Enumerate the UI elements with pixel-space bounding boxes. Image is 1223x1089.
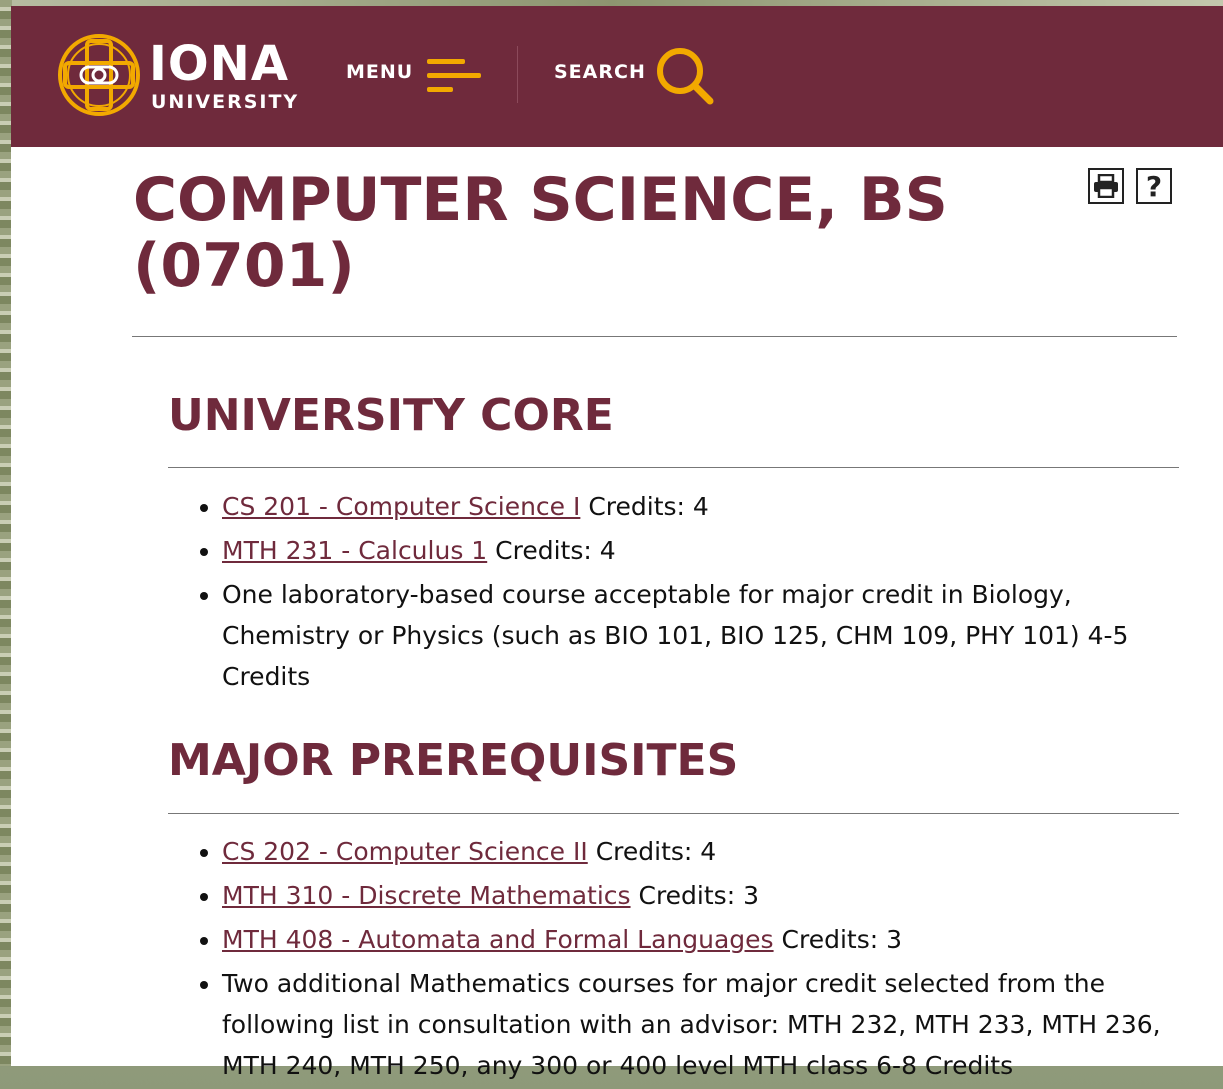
math-elective-requirement: Two additional Mathematics courses for m… <box>222 969 1161 1080</box>
page-title: COMPUTER SCIENCE, BS (0701) <box>133 165 948 301</box>
course-link-cs201[interactable]: CS 201 - Computer Science I <box>222 492 580 521</box>
main-content: COMPUTER SCIENCE, BS (0701) ? UNIVERSITY… <box>11 147 1223 1080</box>
section-divider <box>168 467 1179 468</box>
section-title-major-prerequisites: MAJOR PREREQUISITES <box>168 735 739 786</box>
printer-icon <box>1094 174 1118 198</box>
course-credits: Credits: 4 <box>580 492 709 521</box>
course-link-mth231[interactable]: MTH 231 - Calculus 1 <box>222 536 487 565</box>
list-item: MTH 408 - Automata and Formal Languages … <box>222 919 1182 960</box>
list-item: One laboratory-based course acceptable f… <box>222 574 1182 697</box>
brand-name[interactable]: IONA <box>149 40 289 88</box>
header-divider <box>517 46 518 103</box>
list-item: CS 202 - Computer Science II Credits: 4 <box>222 831 1182 872</box>
menu-label[interactable]: MENU <box>346 63 413 82</box>
section-title-university-core: UNIVERSITY CORE <box>168 390 614 441</box>
list-item: Two additional Mathematics courses for m… <box>222 963 1182 1086</box>
major-prerequisites-list: CS 202 - Computer Science II Credits: 4 … <box>197 831 1182 1089</box>
list-item: MTH 310 - Discrete Mathematics Credits: … <box>222 875 1182 916</box>
iona-seal-icon[interactable] <box>57 33 141 117</box>
hamburger-menu-icon[interactable] <box>427 56 481 96</box>
brand-subtitle[interactable]: UNIVERSITY <box>151 93 299 112</box>
question-icon: ? <box>1145 169 1163 203</box>
course-link-mth408[interactable]: MTH 408 - Automata and Formal Languages <box>222 925 774 954</box>
course-link-mth310[interactable]: MTH 310 - Discrete Mathematics <box>222 881 631 910</box>
university-core-list: CS 201 - Computer Science I Credits: 4 M… <box>197 486 1182 700</box>
list-item: CS 201 - Computer Science I Credits: 4 <box>222 486 1182 527</box>
help-button[interactable]: ? <box>1136 168 1172 204</box>
course-link-cs202[interactable]: CS 202 - Computer Science II <box>222 837 588 866</box>
course-credits: Credits: 4 <box>487 536 616 565</box>
course-credits: Credits: 4 <box>587 837 717 866</box>
lab-course-requirement: One laboratory-based course acceptable f… <box>222 580 1129 691</box>
search-icon[interactable] <box>655 46 715 106</box>
course-credits: Credits: 3 <box>630 881 759 910</box>
search-label[interactable]: SEARCH <box>554 63 646 82</box>
section-divider <box>168 813 1179 814</box>
course-credits: Credits: 3 <box>773 925 903 954</box>
title-divider <box>132 336 1177 337</box>
list-item: MTH 231 - Calculus 1 Credits: 4 <box>222 530 1182 571</box>
print-button[interactable] <box>1088 168 1124 204</box>
site-header: IONA UNIVERSITY MENU SEARCH <box>11 6 1223 147</box>
